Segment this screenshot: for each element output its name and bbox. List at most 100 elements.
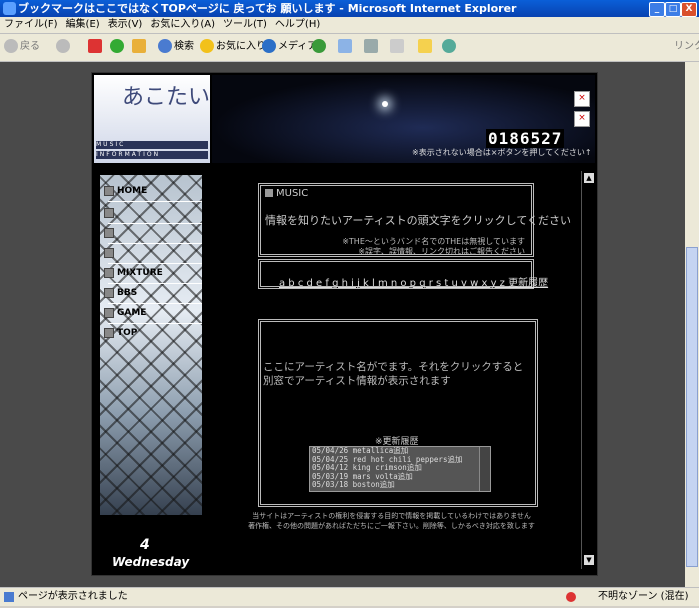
content-scrollbar[interactable]: ▲ ▼ <box>581 171 596 569</box>
star-icon <box>200 39 214 53</box>
artist-message: ここにアーティスト名がでます。それをクリックすると別窓でアーティスト情報が表示さ… <box>263 361 524 387</box>
music-title-text: MUSIC <box>276 188 309 199</box>
mail-button[interactable] <box>338 38 354 56</box>
nav-label: TOP <box>117 328 138 338</box>
messenger-button[interactable] <box>442 38 458 56</box>
back-arrow-icon <box>4 39 18 53</box>
menu-tools[interactable]: ツール(T) <box>219 17 271 33</box>
print-icon <box>364 39 378 53</box>
update-item: 05/03/18 boston追加 <box>312 480 395 490</box>
nav-divider <box>108 243 202 244</box>
page-icon <box>4 592 14 602</box>
calendar-weekday: Wednesday <box>112 555 190 569</box>
edit-button[interactable] <box>390 38 406 56</box>
logo-text: あこたい <box>122 85 211 110</box>
nav-divider <box>108 263 202 264</box>
security-icon <box>566 592 576 602</box>
star-glow <box>382 101 388 107</box>
nav-divider <box>108 201 202 202</box>
menu-favorites[interactable]: お気に入り(A) <box>146 17 219 33</box>
nav-label: HOME <box>117 186 148 196</box>
letter-index-box: a b c d e f g h i j k l m n o p q r s t … <box>258 259 548 289</box>
nav-bullet-icon <box>104 267 114 278</box>
scroll-up-icon[interactable]: ▲ <box>584 173 594 183</box>
nav-bullet-icon <box>104 207 114 218</box>
nav-divider <box>108 283 202 284</box>
maximize-button[interactable]: □ <box>665 2 681 17</box>
header-note: ※表示されない場合は×ボタンを押してください↑ <box>412 148 592 157</box>
nav-bullet-icon <box>104 227 114 238</box>
nav-top[interactable]: TOP <box>102 325 200 341</box>
refresh-icon <box>110 39 124 53</box>
back-label: 戻る <box>20 41 40 52</box>
back-button[interactable]: 戻る <box>4 38 40 56</box>
forward-arrow-icon <box>56 39 70 53</box>
nav-label: MIXTURE <box>117 268 163 278</box>
header-banner: 0186527 ※表示されない場合は×ボタンを押してください↑ × × <box>212 75 595 163</box>
nav-home[interactable]: HOME <box>102 183 200 199</box>
page-scrollbar[interactable] <box>685 62 699 587</box>
close-frame-icon[interactable]: × <box>574 91 590 107</box>
close-button[interactable]: X <box>681 2 697 17</box>
menu-edit[interactable]: 編集(E) <box>62 17 104 33</box>
music-bullet-icon <box>265 189 273 197</box>
nav-bbs[interactable]: BBS <box>102 285 200 301</box>
favorites-button[interactable]: お気に入り <box>200 38 266 56</box>
forward-button[interactable] <box>56 38 72 56</box>
window-title: ブックマークはここではなくTOPページに 戻ってお 願いします - Micros… <box>18 2 517 15</box>
folder-icon <box>418 39 432 53</box>
ie-icon <box>3 2 16 15</box>
search-icon <box>158 39 172 53</box>
nav-item-2[interactable] <box>102 205 200 221</box>
nav-label: BBS <box>117 288 138 298</box>
folder-button[interactable] <box>418 38 434 56</box>
update-list-scrollbar[interactable] <box>479 447 490 491</box>
music-note-report: ※誤字、誤情報、リンク切れはご報告ください <box>358 247 525 256</box>
media-button[interactable]: メディア <box>262 38 317 56</box>
calendar-day: 4 <box>140 537 150 553</box>
side-nav: HOME MIXTURE BBS GAME TOP 4 Wednesday Na… <box>100 175 202 608</box>
nav-label: GAME <box>117 308 147 318</box>
nav-item-4[interactable] <box>102 245 200 261</box>
close-frame-icon-2[interactable]: × <box>574 111 590 127</box>
home-button[interactable] <box>132 38 148 56</box>
menu-help[interactable]: ヘルプ(H) <box>271 17 324 33</box>
stop-button[interactable] <box>88 38 104 56</box>
print-button[interactable] <box>364 38 380 56</box>
nav-divider <box>108 303 202 304</box>
footer-contact: 著作権、その他の問題があればただちにご一報下さい。削除等、しかるべき対応を致しま… <box>248 522 535 530</box>
nav-item-3[interactable] <box>102 225 200 241</box>
links-label[interactable]: リンク <box>674 38 699 56</box>
scroll-down-icon[interactable]: ▼ <box>584 555 594 565</box>
search-label: 検索 <box>174 41 194 52</box>
music-intro-box: MUSIC 情報を知りたいアーティストの頭文字をクリックしてください ※THE～… <box>258 183 571 257</box>
history-icon <box>312 39 326 53</box>
history-button[interactable] <box>312 38 328 56</box>
music-content: MUSIC 情報を知りたいアーティストの頭文字をクリックしてください ※THE～… <box>210 171 573 569</box>
nav-bullet-icon <box>104 327 114 338</box>
music-title: MUSIC <box>265 188 308 199</box>
footer-disclaimer: 当サイトはアーティストの権利を侵害する目的で情報を掲載しているわけではありません <box>252 512 531 520</box>
stop-icon <box>88 39 102 53</box>
media-icon <box>262 39 276 53</box>
mail-icon <box>338 39 352 53</box>
refresh-button[interactable] <box>110 38 126 56</box>
site-logo[interactable]: あこたい MUSIC INFORMATION <box>94 75 210 163</box>
letter-index-links[interactable]: a b c d e f g h i j k l m n o p q r s t … <box>279 274 548 289</box>
status-text: ページが表示されました <box>18 591 128 602</box>
menu-file[interactable]: ファイル(F) <box>0 17 62 33</box>
nav-bullet-icon <box>104 287 114 298</box>
update-list[interactable]: 05/04/26 metallica追加 05/04/25 red hot ch… <box>309 446 491 492</box>
nav-mixture[interactable]: MIXTURE <box>102 265 200 281</box>
page-scrollbar-thumb[interactable] <box>686 247 698 567</box>
home-icon <box>132 39 146 53</box>
search-button[interactable]: 検索 <box>158 38 194 56</box>
messenger-icon <box>442 39 456 53</box>
access-counter: 0186527 <box>486 129 565 148</box>
minimize-button[interactable]: _ <box>649 2 665 17</box>
menu-view[interactable]: 表示(V) <box>104 17 147 33</box>
music-intro: 情報を知りたいアーティストの頭文字をクリックしてください <box>265 214 572 227</box>
logo-strip-music: MUSIC <box>96 141 208 149</box>
nav-game[interactable]: GAME <box>102 305 200 321</box>
zone-text: 不明なゾーン (混在) <box>598 591 689 602</box>
